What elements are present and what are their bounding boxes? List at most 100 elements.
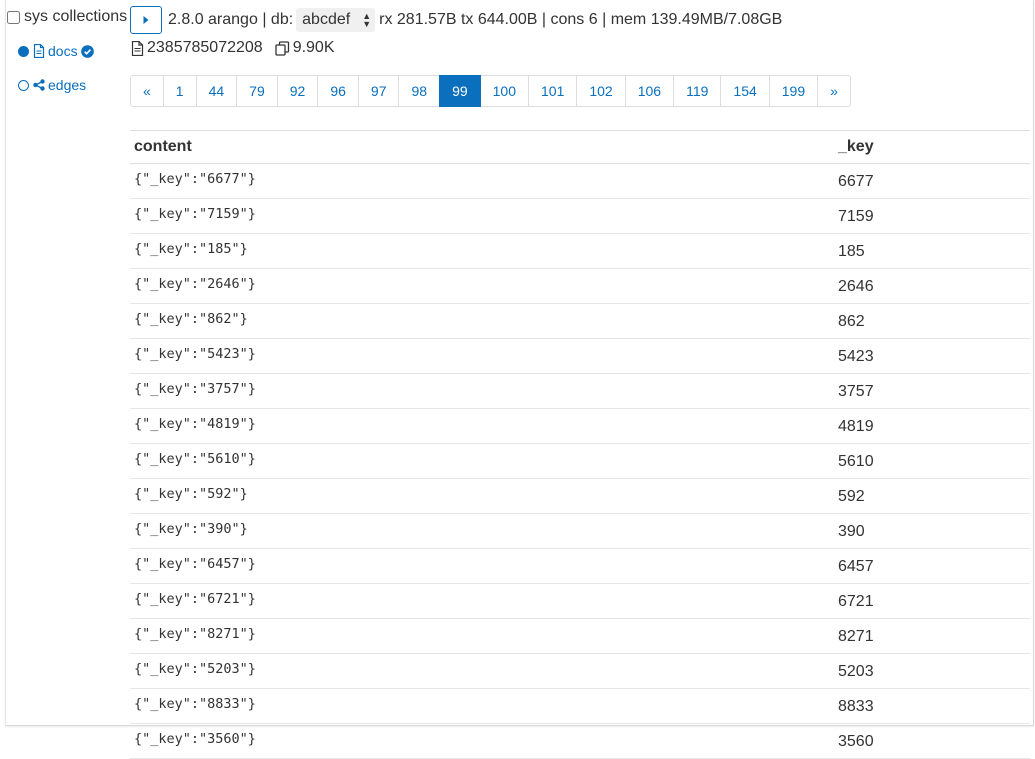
table-row[interactable]: {"_key":"5203"} 5203	[130, 653, 1030, 689]
cell-content: {"_key":"592"}	[130, 478, 834, 514]
pagination-page-106[interactable]: 106	[624, 75, 675, 107]
db-prefix-label: | db:	[262, 11, 294, 28]
document-icon	[131, 40, 144, 56]
pagination-page-79[interactable]: 79	[236, 75, 278, 107]
radio-selected-icon	[18, 45, 29, 57]
pagination-page-44[interactable]: 44	[195, 75, 238, 107]
table-row[interactable]: {"_key":"185"} 185	[130, 233, 1030, 269]
database-select[interactable]: abcdef ▲ ▼	[296, 8, 376, 32]
radio-unselected-icon	[18, 79, 29, 91]
cell-content: {"_key":"5423"}	[130, 338, 834, 374]
select-arrows-icon: ▲ ▼	[362, 11, 372, 29]
pagination-page-101[interactable]: 101	[528, 75, 578, 107]
sys-collections-label: sys collections	[24, 8, 128, 25]
table-row[interactable]: {"_key":"8833"} 8833	[130, 688, 1030, 724]
collection-item-edges[interactable]: edges	[18, 77, 89, 93]
table-row[interactable]: {"_key":"390"} 390	[130, 513, 1030, 549]
document-count: 2385785072208	[147, 39, 263, 56]
pagination-page-199[interactable]: 199	[768, 75, 819, 107]
cell-key: 8271	[834, 618, 1030, 654]
cell-key: 862	[834, 303, 1030, 339]
server-stats: rx 281.57B tx 644.00B | cons 6 | mem 139…	[379, 11, 783, 28]
sys-collections-toggle[interactable]: sys collections	[7, 8, 127, 26]
table-row[interactable]: {"_key":"6457"} 6457	[130, 548, 1030, 584]
collection-item-docs[interactable]: docs	[18, 43, 97, 59]
column-header-content[interactable]: content	[130, 130, 834, 164]
copy-icon	[275, 40, 290, 56]
run-button[interactable]	[130, 6, 162, 34]
table-row[interactable]: {"_key":"6721"} 6721	[130, 583, 1030, 619]
status-bar: 2.8.0 arango | db: abcdef ▲ ▼ rx 281.57B …	[130, 5, 782, 35]
pagination-page-1[interactable]: 1	[162, 75, 197, 107]
cell-content: {"_key":"6721"}	[130, 583, 834, 619]
cell-key: 5423	[834, 338, 1030, 374]
table-row[interactable]: {"_key":"862"} 862	[130, 303, 1030, 339]
pagination-page-92[interactable]: 92	[276, 75, 319, 107]
cell-content: {"_key":"7159"}	[130, 198, 834, 234]
cell-content: {"_key":"6457"}	[130, 548, 834, 584]
pagination: «1 44 79 92 96 97 98 99 100 101 102 106 119 154 199»	[130, 75, 851, 107]
cell-content: {"_key":"4819"}	[130, 408, 834, 444]
collection-label-edges: edges	[48, 77, 87, 93]
collection-label-docs: docs	[48, 43, 78, 59]
table-body: {"_key":"6677"} 6677 {"_key":"7159"} 7159 {"…	[130, 163, 1030, 759]
cell-content: {"_key":"5203"}	[130, 653, 834, 689]
cell-content: {"_key":"2646"}	[130, 268, 834, 304]
cell-key: 3560	[834, 723, 1030, 759]
table-row[interactable]: {"_key":"3560"} 3560	[130, 723, 1030, 759]
cell-content: {"_key":"390"}	[130, 513, 834, 549]
cell-content: {"_key":"5610"}	[130, 443, 834, 479]
sys-collections-checkbox[interactable]	[7, 10, 20, 24]
cell-key: 3757	[834, 373, 1030, 409]
cell-content: {"_key":"862"}	[130, 303, 834, 339]
table-row[interactable]: {"_key":"8271"} 8271	[130, 618, 1030, 654]
server-version: 2.8.0 arango	[168, 11, 258, 28]
table-row[interactable]: {"_key":"5423"} 5423	[130, 338, 1030, 374]
cell-key: 2646	[834, 268, 1030, 304]
table-row[interactable]: {"_key":"6677"} 6677	[130, 163, 1030, 199]
table-row[interactable]: {"_key":"592"} 592	[130, 478, 1030, 514]
cell-key: 6677	[834, 163, 1030, 199]
document-icon	[33, 44, 45, 58]
table-row[interactable]: {"_key":"4819"} 4819	[130, 408, 1030, 444]
cell-content: {"_key":"3560"}	[130, 723, 834, 759]
table-row[interactable]: {"_key":"5610"} 5610	[130, 443, 1030, 479]
pagination-prev-button[interactable]: «	[130, 75, 164, 107]
cell-key: 4819	[834, 408, 1030, 444]
cell-key: 8833	[834, 688, 1030, 724]
pagination-page-99[interactable]: 99	[439, 75, 481, 107]
cell-key: 5610	[834, 443, 1030, 479]
cell-key: 185	[834, 233, 1030, 269]
cell-key: 6457	[834, 548, 1030, 584]
table-header-row: content _key	[130, 130, 1030, 164]
collection-info: 2385785072208 9.90K	[131, 39, 335, 57]
table-row[interactable]: {"_key":"2646"} 2646	[130, 268, 1030, 304]
pagination-page-98[interactable]: 98	[398, 75, 441, 107]
cell-content: {"_key":"8833"}	[130, 688, 834, 724]
cell-content: {"_key":"6677"}	[130, 163, 834, 199]
pagination-page-119[interactable]: 119	[673, 75, 722, 107]
table-row[interactable]: {"_key":"7159"} 7159	[130, 198, 1030, 234]
cell-key: 7159	[834, 198, 1030, 234]
column-header-key[interactable]: _key	[834, 130, 1030, 164]
documents-table: content _key {"_key":"6677"} 6677 {"_key":…	[130, 130, 1030, 759]
cell-content: {"_key":"185"}	[130, 233, 834, 269]
collection-size: 9.90K	[292, 39, 335, 56]
cell-key: 390	[834, 513, 1030, 549]
cell-key: 5203	[834, 653, 1030, 689]
play-icon	[143, 16, 149, 24]
pagination-page-100[interactable]: 100	[479, 75, 529, 107]
database-select-value: abcdef	[302, 11, 351, 28]
pagination-page-102[interactable]: 102	[576, 75, 626, 107]
share-nodes-icon	[33, 79, 45, 91]
pagination-page-96[interactable]: 96	[317, 75, 359, 107]
cell-content: {"_key":"8271"}	[130, 618, 834, 654]
pagination-next-button[interactable]: »	[817, 75, 851, 107]
pagination-page-154[interactable]: 154	[720, 75, 770, 107]
cell-key: 6721	[834, 583, 1030, 619]
cell-content: {"_key":"3757"}	[130, 373, 834, 409]
check-circle-icon	[80, 44, 94, 58]
table-row[interactable]: {"_key":"3757"} 3757	[130, 373, 1030, 409]
pagination-page-97[interactable]: 97	[357, 75, 400, 107]
cell-key: 592	[834, 478, 1030, 514]
